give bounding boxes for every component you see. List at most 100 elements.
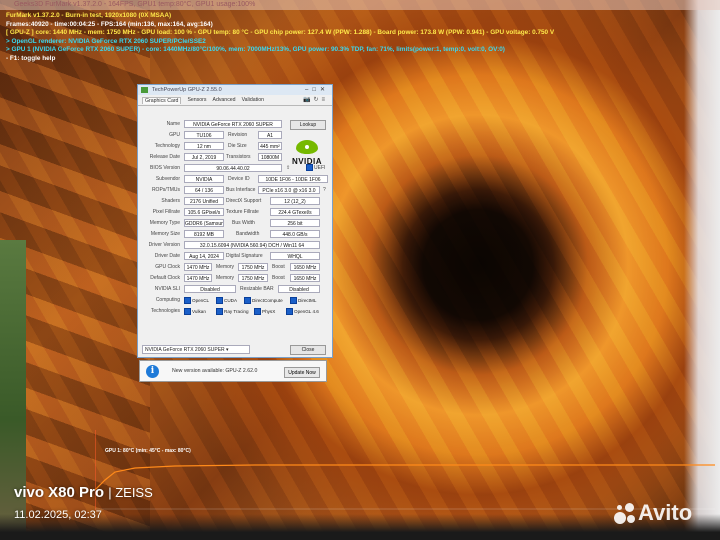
gpuz-window: TechPowerUp GPU-Z 2.55.0 –□✕ Graphics Ca…	[137, 84, 333, 358]
subvendor-field: NVIDIA	[184, 175, 224, 183]
opengl-label: OpenGL 4.6	[294, 309, 319, 314]
gpuz-titlebar[interactable]: TechPowerUp GPU-Z 2.55.0 –□✕	[138, 85, 332, 95]
opengl-checkbox[interactable]: OpenGL 4.6	[286, 306, 319, 317]
label-release-date: Release Date	[149, 154, 180, 160]
memclock-field: 1750 MHz	[238, 263, 268, 271]
label-rops: ROPs/TMUs	[151, 187, 180, 193]
window-controls[interactable]: –□✕	[305, 85, 329, 95]
gpuz-app-icon	[141, 87, 148, 93]
label-rebar: Resizable BAR	[240, 286, 274, 292]
label-technologies: Technologies	[150, 308, 180, 314]
technology-field: 12 nm	[184, 142, 224, 150]
tab-advanced[interactable]: Advanced	[212, 97, 235, 103]
label-texture: Texture Fillrate	[226, 209, 259, 215]
sli-field: Disabled	[184, 285, 236, 293]
osd-line: > GPU 1 (NVIDIA GeForce RTX 2060 SUPER) …	[6, 46, 505, 54]
label-transistors: Transistors	[226, 154, 251, 160]
gpu-field: TU106	[184, 131, 224, 139]
opencl-checkbox[interactable]: OpenCL	[184, 295, 209, 306]
update-notice: i New version available: GPU-Z 2.62.0 Up…	[139, 360, 327, 382]
label-bus: Bus Interface	[226, 187, 256, 193]
gpuclock-field: 1470 MHz	[184, 263, 212, 271]
defmem-field: 1750 MHz	[238, 274, 268, 282]
close-button[interactable]: Close	[290, 345, 326, 355]
camera-watermark: vivo X80 Pro | ZEISS	[14, 484, 153, 501]
label-bandwidth: Bandwidth	[236, 231, 260, 237]
raytracing-label: Ray Tracing	[224, 309, 249, 314]
physx-checkbox[interactable]: PhysX	[254, 306, 275, 317]
osd-line: Frames:40920 - time:00:04:25 - FPS:164 (…	[6, 20, 213, 28]
nvidia-eye-icon	[296, 140, 318, 154]
opencl-label: OpenCL	[192, 298, 210, 303]
osd-line: - F1: toggle help	[6, 54, 56, 62]
osd-line: > OpenGL renderer: NVIDIA GeForce RTX 20…	[6, 37, 206, 45]
raytracing-checkbox[interactable]: Ray Tracing	[216, 306, 249, 317]
vulkan-label: Vulkan	[192, 309, 206, 314]
name-field: NVIDIA GeForce RTX 2060 SUPER	[184, 120, 282, 128]
bus-field: PCIe x16 3.0 @ x16 3.0	[258, 186, 320, 194]
label-gpuclock: GPU Clock	[155, 264, 180, 270]
tab-graphics-card[interactable]: Graphics Card	[142, 96, 182, 104]
help-icon[interactable]: ?	[323, 185, 326, 196]
lookup-button[interactable]: Lookup	[290, 120, 326, 130]
physx-label: PhysX	[262, 309, 276, 314]
label-pixel: Pixel Fillrate	[152, 209, 180, 215]
label-boost: Boost	[272, 275, 285, 281]
die-size-field: 445 mm²	[258, 142, 282, 150]
avito-wordmark: Avito	[638, 500, 693, 525]
label-shaders: Shaders	[161, 198, 180, 204]
info-icon: i	[146, 365, 159, 378]
defboost-field: 1650 MHz	[290, 274, 320, 282]
photo-datetime: 11.02.2025, 02:37	[14, 509, 102, 521]
cuda-checkbox[interactable]: CUDA	[216, 295, 237, 306]
label-memtype: Memory Type	[149, 220, 180, 226]
bandwidth-field: 448.0 GB/s	[270, 230, 320, 238]
label-gpu: GPU	[169, 132, 180, 138]
tab-sensors[interactable]: Sensors	[187, 97, 206, 103]
shaders-field: 2176 Unified	[184, 197, 224, 205]
nvidia-wordmark: NVIDIA	[291, 157, 323, 166]
nvidia-logo: NVIDIA	[288, 140, 326, 176]
gpuz-footer: NVIDIA GeForce RTX 2060 SUPER ▾ Close	[142, 344, 328, 355]
directx-field: 12 (12_2)	[270, 197, 320, 205]
graph-label: GPU 1: 80°C (min: 45°C - max: 80°C)	[105, 448, 191, 454]
label-device-id: Device ID	[228, 176, 250, 182]
driver-field: 32.0.15.6094 (NVIDIA 560.94) DCH / Win11…	[184, 241, 320, 249]
directml-checkbox[interactable]: DirectML	[290, 295, 316, 306]
card-select[interactable]: NVIDIA GeForce RTX 2060 SUPER ▾	[142, 345, 250, 354]
vulkan-checkbox[interactable]: Vulkan	[184, 306, 206, 317]
monitor-bezel-bottom	[0, 514, 720, 540]
temperature-line	[94, 464, 715, 491]
label-digsig: Digital Signature	[226, 253, 263, 259]
bios-field: 90.06.44.40.02	[184, 164, 282, 172]
label-name: Name	[166, 121, 180, 127]
driverdate-field: Aug 14, 2024	[184, 252, 224, 260]
osd-line: [ GPU-Z ] core: 1440 MHz - mem: 1750 MHz…	[6, 29, 555, 37]
label-technology: Technology	[154, 143, 180, 149]
osd-line: FurMark v1.37.2.0 - Burn-in test, 1920x1…	[6, 12, 172, 19]
directml-label: DirectML	[298, 298, 317, 303]
label-die-size: Die Size	[228, 143, 247, 149]
label-memory: Memory	[216, 264, 235, 270]
label-boost: Boost	[272, 264, 285, 270]
defclock-field: 1470 MHz	[184, 274, 212, 282]
tab-validation[interactable]: Validation	[242, 97, 264, 103]
revision-field: A1	[258, 131, 282, 139]
memsize-field: 8192 MB	[184, 230, 224, 238]
camera-zeiss: | ZEISS	[108, 485, 153, 500]
label-subvendor: Subvendor	[155, 176, 180, 182]
label-bios: BIOS Version	[149, 165, 180, 171]
update-now-button[interactable]: Update Now	[284, 367, 320, 378]
release-date-field: Jul 2, 2019	[184, 153, 224, 161]
temperature-graph-svg	[94, 430, 715, 510]
boost-field: 1650 MHz	[290, 263, 320, 271]
pixel-field: 105.6 GPixel/s	[184, 208, 224, 216]
label-memsize: Memory Size	[150, 231, 180, 237]
directcompute-checkbox[interactable]: DirectCompute	[244, 295, 283, 306]
directcompute-label: DirectCompute	[252, 298, 283, 303]
rebar-field: Disabled	[278, 285, 320, 293]
label-computing: Computing	[155, 297, 180, 303]
toolbar-icons[interactable]: 📷↻≡	[303, 96, 328, 103]
label-driver: Driver Version	[148, 242, 180, 248]
label-memory: Memory	[216, 275, 235, 281]
